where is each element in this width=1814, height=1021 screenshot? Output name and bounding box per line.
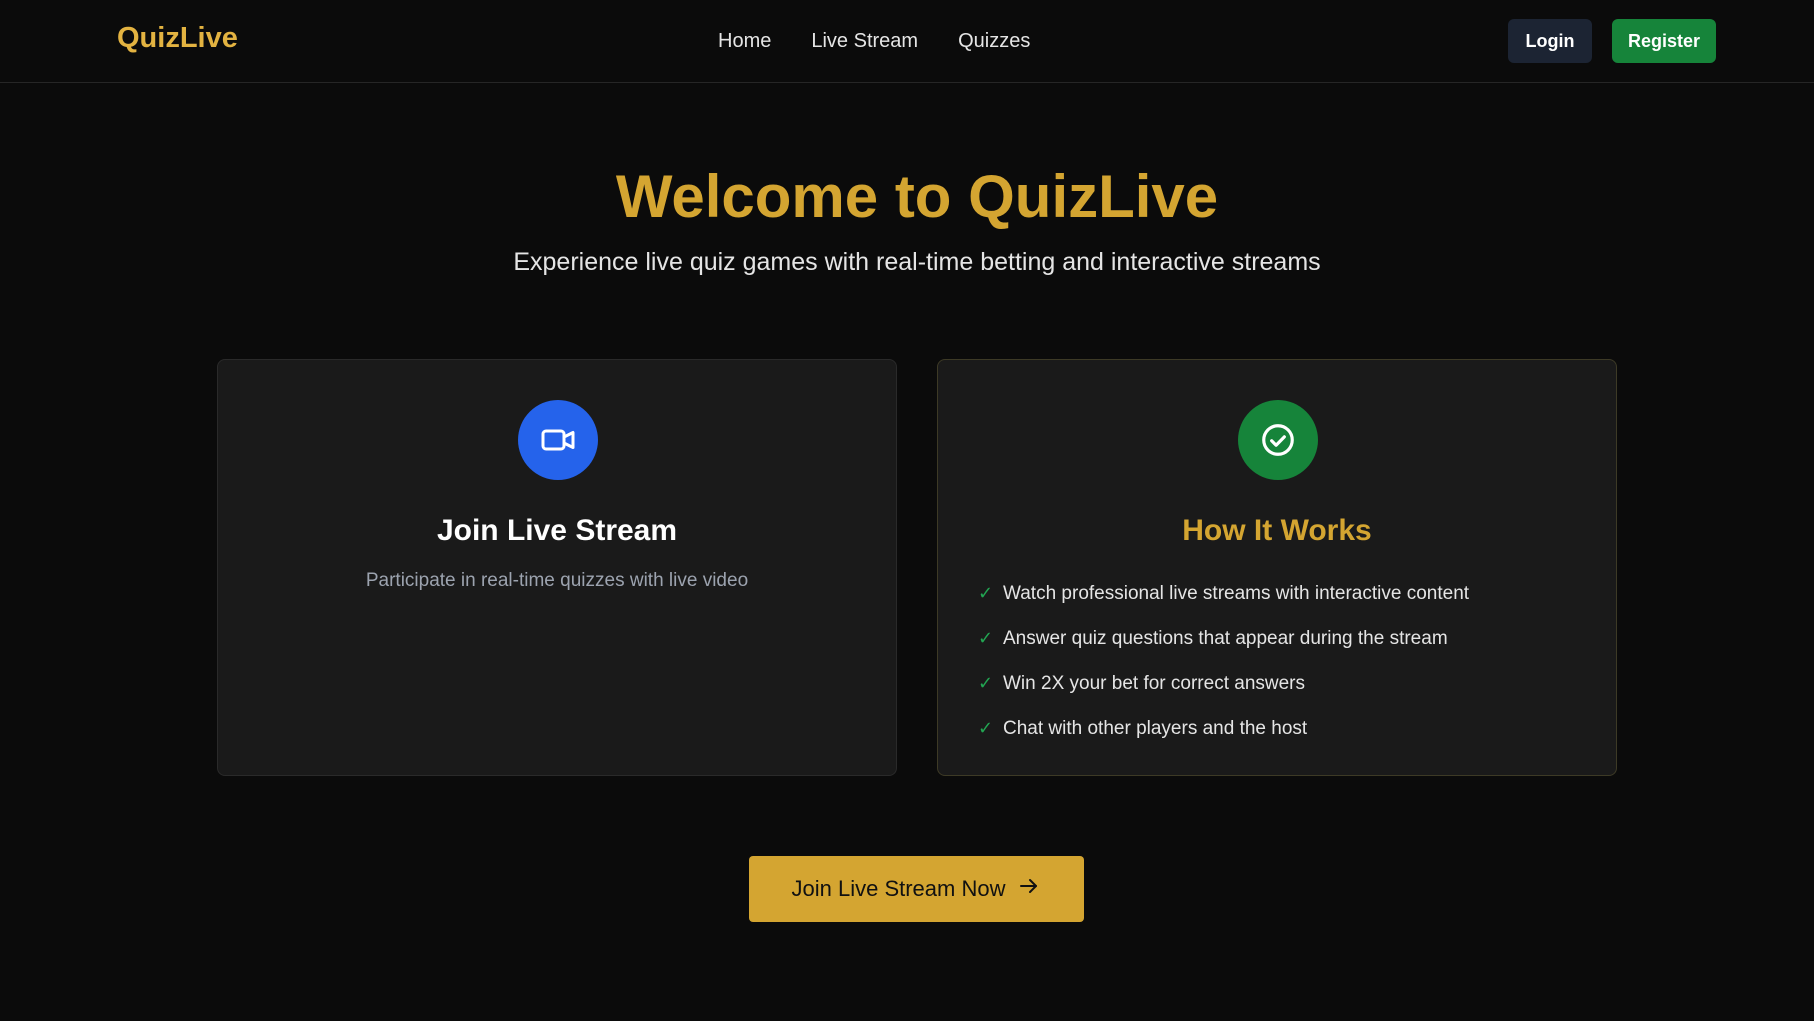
brand-logo[interactable]: QuizLive	[117, 22, 238, 55]
join-live-stream-card[interactable]: Join Live Stream Participate in real-tim…	[217, 359, 897, 776]
join-card-description: Participate in real-time quizzes with li…	[365, 570, 749, 591]
login-button[interactable]: Login	[1508, 19, 1592, 63]
join-live-stream-now-button[interactable]: Join Live Stream Now	[749, 856, 1084, 922]
how-it-works-card: How It Works ✓ Watch professional live s…	[937, 359, 1617, 776]
hero-subtitle: Experience live quiz games with real-tim…	[513, 248, 1321, 276]
check-circle-icon	[1238, 400, 1318, 480]
check-icon: ✓	[978, 583, 994, 603]
check-icon: ✓	[978, 673, 994, 693]
top-navbar: QuizLive Home Live Stream Quizzes Login …	[0, 0, 1814, 83]
list-item-text: Win 2X your bet for correct answers	[1003, 672, 1305, 694]
list-item-text: Answer quiz questions that appear during…	[1003, 627, 1448, 649]
list-item-text: Watch professional live streams with int…	[1003, 582, 1470, 604]
register-button[interactable]: Register	[1612, 19, 1716, 63]
check-icon: ✓	[978, 718, 994, 738]
nav-link-live-stream[interactable]: Live Stream	[811, 30, 918, 53]
how-it-works-title: How It Works	[1182, 514, 1372, 547]
list-item-text: Chat with other players and the host	[1003, 717, 1308, 739]
list-item: ✓ Win 2X your bet for correct answers	[978, 661, 1469, 706]
check-icon: ✓	[978, 628, 994, 648]
cta-label: Join Live Stream Now	[791, 876, 1006, 901]
how-it-works-list: ✓ Watch professional live streams with i…	[978, 571, 1469, 751]
nav-link-quizzes[interactable]: Quizzes	[958, 30, 1030, 53]
main-nav: Home Live Stream Quizzes	[718, 30, 1030, 53]
list-item: ✓ Answer quiz questions that appear duri…	[978, 616, 1469, 661]
list-item: ✓ Watch professional live streams with i…	[978, 571, 1469, 616]
hero-title: Welcome to QuizLive	[615, 163, 1219, 230]
video-camera-icon	[518, 400, 598, 480]
list-item: ✓ Chat with other players and the host	[978, 706, 1469, 751]
arrow-right-icon	[1017, 874, 1041, 904]
nav-link-home[interactable]: Home	[718, 30, 771, 53]
join-card-title: Join Live Stream	[436, 514, 678, 547]
